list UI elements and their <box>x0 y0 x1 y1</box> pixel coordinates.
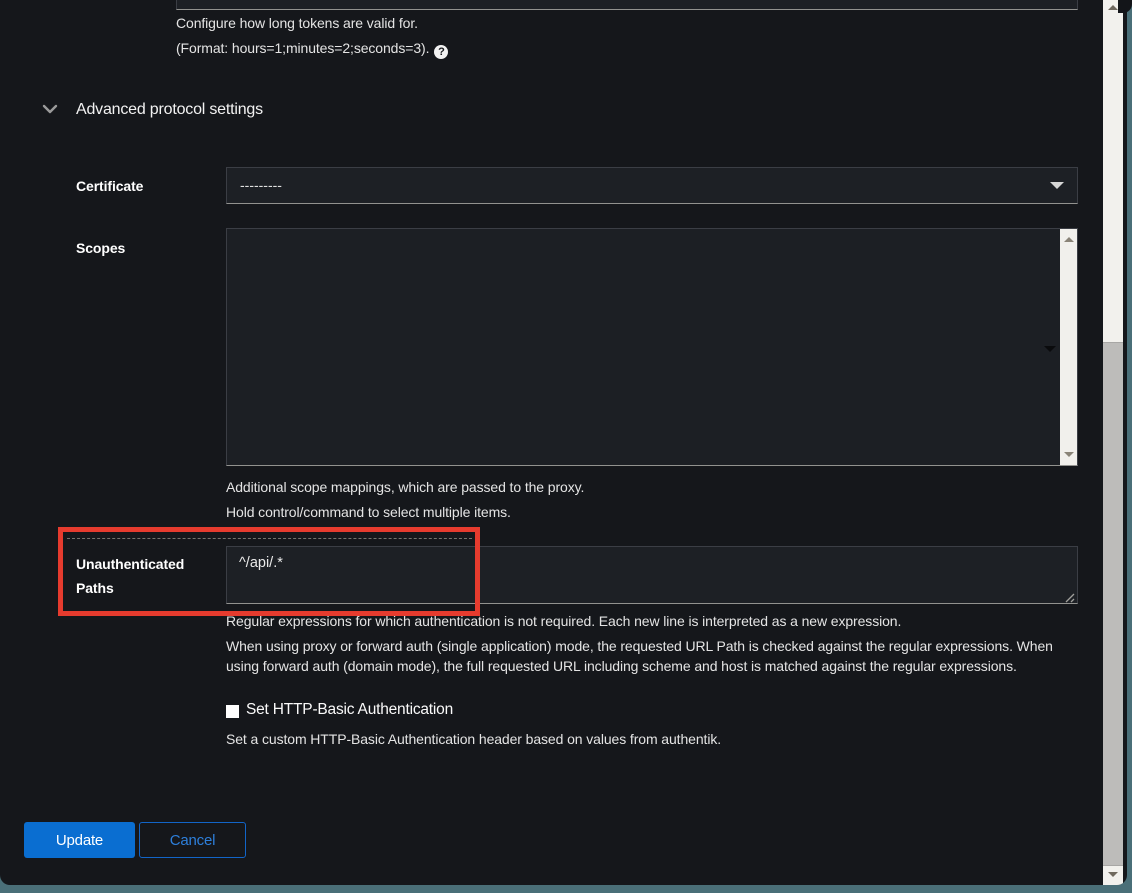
window-corner <box>1118 0 1132 13</box>
caret-down-icon <box>1050 182 1064 189</box>
scopes-help-line1: Additional scope mappings, which are pas… <box>226 477 584 497</box>
update-button[interactable]: Update <box>24 822 135 858</box>
basic-auth-label[interactable]: Set HTTP-Basic Authentication <box>246 701 453 719</box>
scopes-multiselect[interactable] <box>226 228 1078 466</box>
scopes-scrollbar[interactable] <box>1060 229 1077 465</box>
paths-help-paragraph2: When using proxy or forward auth (single… <box>226 636 1084 676</box>
unauthenticated-paths-textarea[interactable]: ^/api/.* <box>226 546 1078 604</box>
scopes-help-line2: Hold control/command to select multiple … <box>226 502 511 522</box>
scrollbar-up-icon[interactable] <box>1108 5 1118 10</box>
cancel-button[interactable]: Cancel <box>139 822 246 858</box>
token-validity-help-line2: (Format: hours=1;minutes=2;seconds=3). <box>176 40 429 56</box>
scroll-up-icon[interactable] <box>1064 237 1074 242</box>
certificate-select[interactable]: --------- <box>226 167 1078 204</box>
chevron-down-icon[interactable] <box>41 101 59 117</box>
section-toggle-advanced-protocol-settings[interactable]: Advanced protocol settings <box>76 101 263 119</box>
token-validity-input[interactable] <box>176 0 1078 10</box>
question-circle-icon[interactable]: ? <box>434 45 448 59</box>
scrollbar-down-icon[interactable] <box>1108 872 1118 877</box>
scrollbar-thumb[interactable] <box>1103 342 1123 866</box>
basic-auth-help: Set a custom HTTP-Basic Authentication h… <box>226 729 721 749</box>
scopes-label: Scopes <box>76 236 125 260</box>
token-validity-help-line1: Configure how long tokens are valid for. <box>176 13 418 33</box>
page-scrollbar[interactable] <box>1103 0 1123 885</box>
basic-auth-checkbox[interactable] <box>226 705 239 718</box>
paths-help-paragraph1: Regular expressions for which authentica… <box>226 611 1084 631</box>
certificate-selected-value: --------- <box>240 168 282 203</box>
unauthenticated-paths-label: Unauthenticated Paths <box>76 552 208 600</box>
certificate-label: Certificate <box>76 174 143 198</box>
token-validity-help-line2-row: (Format: hours=1;minutes=2;seconds=3).? <box>176 38 448 59</box>
select-caret-icon <box>1044 346 1056 352</box>
scroll-down-icon[interactable] <box>1064 452 1074 457</box>
resize-grip-icon[interactable] <box>1063 591 1075 603</box>
settings-form-panel: Configure how long tokens are valid for.… <box>0 0 1127 885</box>
